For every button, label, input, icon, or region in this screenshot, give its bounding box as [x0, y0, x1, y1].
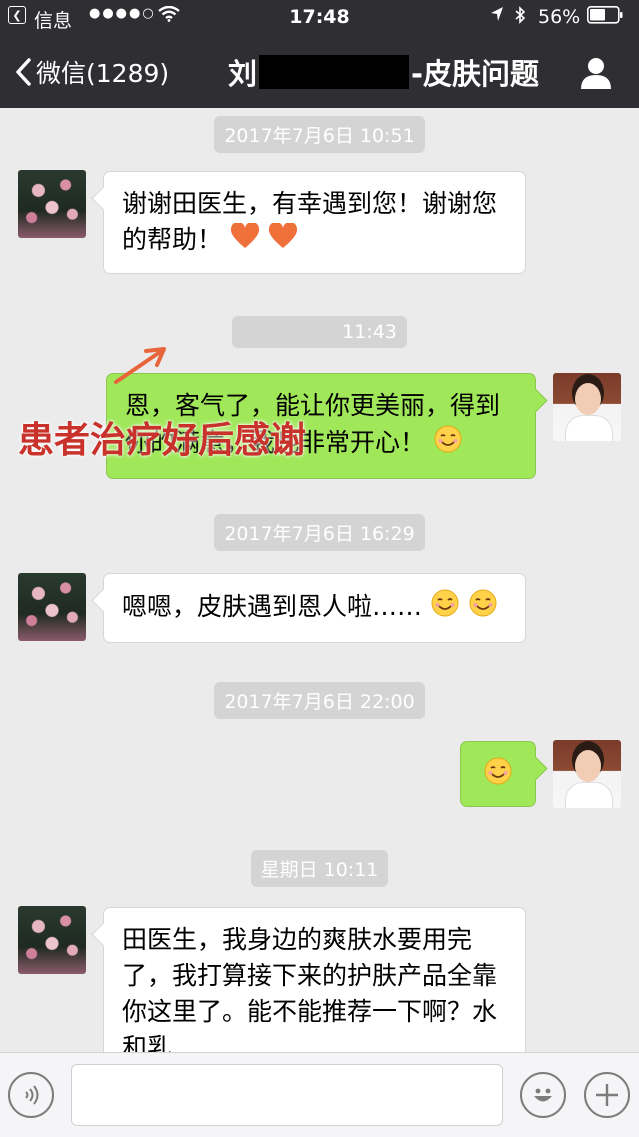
timestamp: 2017年7月6日 22:00	[0, 682, 639, 719]
message-text: 谢谢田医生，有幸遇到您！谢谢您的帮助！	[122, 189, 498, 254]
chat-title: 刘 -皮肤问题	[228, 35, 539, 108]
timestamp: 2017年7月6日 10:51	[0, 116, 639, 153]
battery-icon	[587, 6, 623, 24]
location-icon	[491, 7, 503, 21]
smile-emoji-icon	[483, 756, 513, 796]
timestamp: 11:43	[0, 316, 639, 348]
emoji-face-icon	[534, 1088, 552, 1102]
emoji-button[interactable]	[520, 1072, 566, 1118]
smile-emoji-icon	[430, 588, 460, 628]
annotation-label: 患者治疗好后感谢	[18, 420, 307, 461]
my-avatar[interactable]	[553, 373, 621, 441]
annotation-arrow-icon	[114, 347, 166, 384]
message-bubble-incoming[interactable]: 嗯嗯，皮肤遇到恩人啦……	[103, 573, 526, 643]
voice-input-button[interactable]	[8, 1072, 54, 1118]
contact-avatar[interactable]	[18, 170, 86, 238]
chat-title-suffix: -皮肤问题	[411, 56, 540, 91]
heart-emoji-icon	[230, 221, 260, 259]
plus-icon	[596, 1084, 618, 1106]
more-options-button[interactable]	[584, 1072, 630, 1118]
status-bar: ❮ 信息 ●●●●○ 17:48 56%	[0, 0, 639, 35]
my-avatar[interactable]	[553, 740, 621, 808]
voice-icon	[25, 1085, 39, 1105]
message-text: 田医生，我身边的爽肤水要用完了，我打算接下来的护肤产品全靠你这里了。能不能推荐一…	[122, 925, 498, 1052]
message-bubble-incoming[interactable]: 田医生，我身边的爽肤水要用完了，我打算接下来的护肤产品全靠你这里了。能不能推荐一…	[103, 907, 526, 1052]
message-list[interactable]: 2017年7月6日 10:51 谢谢田医生，有幸遇到您！谢谢您的帮助！ 11:4…	[0, 108, 639, 1052]
back-button[interactable]: 微信(1289)	[14, 35, 169, 108]
message-text: 嗯嗯，皮肤遇到恩人啦……	[122, 592, 423, 621]
back-label: 微信(1289)	[36, 58, 170, 88]
redaction-bar	[259, 54, 410, 89]
smile-emoji-icon	[468, 588, 498, 628]
chat-title-prefix: 刘	[228, 56, 258, 91]
smile-emoji-icon	[433, 424, 463, 464]
contact-avatar[interactable]	[18, 573, 86, 641]
message-bubble-incoming[interactable]: 谢谢田医生，有幸遇到您！谢谢您的帮助！	[103, 171, 526, 274]
message-bubble-outgoing[interactable]	[460, 741, 536, 807]
chevron-left-icon	[16, 57, 31, 86]
timestamp: 星期日 10:11	[0, 850, 639, 887]
heart-emoji-icon	[268, 221, 298, 259]
battery-percent: 56%	[538, 6, 581, 28]
profile-icon[interactable]	[578, 55, 614, 91]
chat-header: 微信(1289) 刘 -皮肤问题	[0, 35, 639, 108]
timestamp: 2017年7月6日 16:29	[0, 514, 639, 551]
contact-avatar[interactable]	[18, 906, 86, 974]
input-bar	[0, 1052, 639, 1137]
bluetooth-icon	[515, 6, 526, 24]
message-input[interactable]	[71, 1064, 503, 1126]
